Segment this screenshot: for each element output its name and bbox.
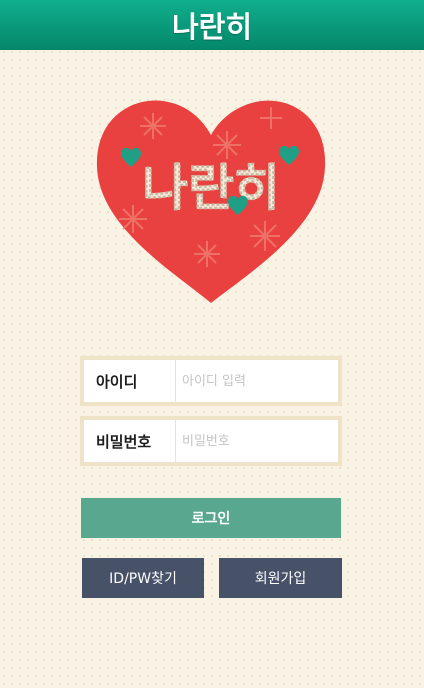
password-field-inner: 비밀번호 [84,420,338,462]
password-input[interactable] [176,420,338,462]
app-title: 나란히 [171,10,253,44]
id-field-inner: 아이디 [84,360,338,402]
id-label: 아이디 [84,360,176,402]
signup-button[interactable]: 회원가입 [219,558,342,598]
password-field: 비밀번호 [80,416,342,466]
find-id-pw-button[interactable]: ID/PW찾기 [82,558,204,598]
id-field: 아이디 [80,356,342,406]
login-button[interactable]: 로그인 [81,498,341,538]
heart-logo: 나란히 [96,100,326,304]
logo-text: 나란히 [142,159,280,217]
id-input[interactable] [176,360,338,402]
password-label: 비밀번호 [84,420,176,462]
app-header: 나란히 [0,0,424,50]
